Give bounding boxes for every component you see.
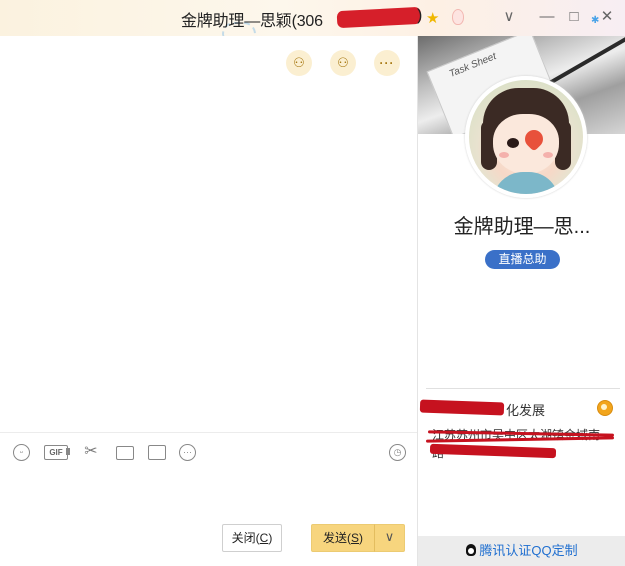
toolbar-divider bbox=[0, 432, 417, 433]
avatar[interactable] bbox=[465, 76, 587, 198]
gif-icon[interactable]: GIF bbox=[44, 445, 68, 460]
more-icon[interactable]: ··· bbox=[179, 444, 196, 461]
title-redaction bbox=[336, 6, 422, 29]
contact-name[interactable]: 金牌助理—思... bbox=[418, 210, 625, 239]
avatar-shirt bbox=[493, 172, 559, 194]
redaction-mark bbox=[429, 443, 557, 459]
message-input[interactable] bbox=[0, 468, 417, 518]
close-button-label: 关闭( bbox=[231, 531, 260, 545]
footer-link[interactable]: 腾讯认证QQ定制 bbox=[479, 543, 577, 558]
history-clock-icon[interactable]: ◷ bbox=[389, 444, 406, 461]
smile-icon[interactable]: ᵕ bbox=[13, 444, 30, 461]
close-chat-button[interactable]: 关闭(C) bbox=[222, 524, 282, 552]
window-title: 金牌助理—思颖(306 bbox=[181, 13, 323, 30]
medal-icon[interactable] bbox=[597, 400, 613, 416]
window-title-suffix: ) bbox=[417, 7, 423, 24]
banner-pen bbox=[544, 36, 625, 88]
send-button-key: S bbox=[350, 531, 359, 545]
contact-sidebar: Task Sheet 金牌助理—思... 直播总助 化发展 江苏苏州市吴中区太湖… bbox=[417, 36, 625, 566]
dropdown-window-button[interactable]: ∨ bbox=[498, 6, 520, 28]
image-icon[interactable] bbox=[148, 445, 166, 460]
invite-icon[interactable]: ⚇ bbox=[330, 50, 356, 76]
qq-certification-footer[interactable]: 腾讯认证QQ定制 bbox=[418, 536, 625, 566]
company-info: 化发展 bbox=[506, 403, 546, 418]
avatar-cheek bbox=[543, 152, 553, 158]
send-button[interactable]: 发送(S) bbox=[311, 524, 375, 552]
avatar-cheek bbox=[499, 152, 509, 158]
send-button-label: 发送( bbox=[322, 531, 351, 545]
star-icon[interactable]: ★ bbox=[426, 9, 439, 27]
pig-icon bbox=[452, 9, 464, 25]
snowflake-decoration: ✱ bbox=[591, 15, 600, 26]
scissors-icon[interactable]: ✂ bbox=[81, 443, 101, 461]
title-bar[interactable]: 金牌助理—思颖(306 ) ★ ∨ — □ ✕ ✱ bbox=[0, 0, 625, 38]
close-button-label-end: ) bbox=[268, 531, 273, 545]
folder-icon[interactable] bbox=[116, 446, 134, 460]
more-options-icon[interactable]: ··· bbox=[374, 50, 400, 76]
role-tag: 直播总助 bbox=[485, 250, 560, 269]
redaction-mark bbox=[419, 399, 505, 416]
maximize-button[interactable]: □ bbox=[563, 6, 585, 28]
add-friend-icon[interactable]: ⚇ bbox=[286, 50, 312, 76]
sidebar-divider bbox=[426, 388, 620, 389]
qq-penguin-icon bbox=[466, 544, 477, 556]
avatar-eye bbox=[507, 138, 519, 148]
send-button-label-end: ) bbox=[359, 531, 363, 545]
gif-icon-tail bbox=[66, 448, 70, 455]
message-history-area[interactable] bbox=[0, 80, 417, 430]
minimize-button[interactable]: — bbox=[536, 6, 558, 28]
send-options-dropdown[interactable]: ∨ bbox=[374, 524, 405, 552]
